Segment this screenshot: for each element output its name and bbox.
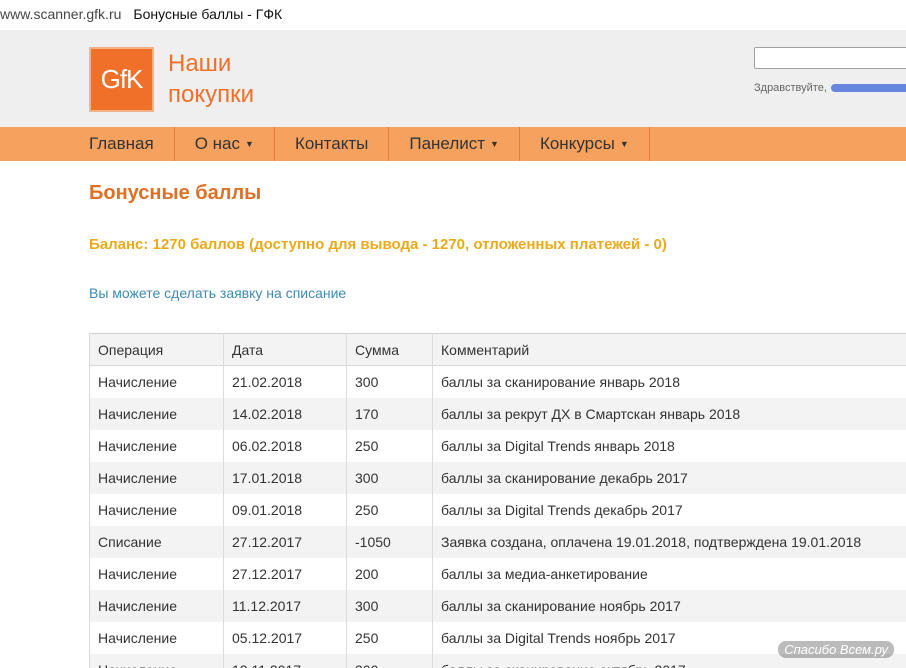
header-comment: Комментарий xyxy=(432,333,906,366)
nav-item-label: О нас xyxy=(194,134,241,153)
table-row: Начисление 09.01.2018 250 баллы за Digital … xyxy=(89,493,906,526)
cell-sum: 250 xyxy=(346,621,433,654)
nav-item-label: Главная xyxy=(89,134,154,153)
header-operation: Операция xyxy=(89,333,224,366)
table-header-row: Операция Дата Сумма Комментарий xyxy=(89,333,906,366)
main-nav: Главная О нас ▼ Контакты Панелист ▼ Конкурсы ▼ xyxy=(0,127,906,161)
cell-date: 05.12.2017 xyxy=(223,621,347,654)
cell-operation: Начисление xyxy=(89,461,224,494)
cell-sum: 300 xyxy=(346,461,433,494)
cell-date: 17.01.2018 xyxy=(223,461,347,494)
cell-date: 13.11.2017 xyxy=(223,653,347,668)
cell-operation: Начисление xyxy=(89,429,224,462)
cell-date: 27.12.2017 xyxy=(223,557,347,590)
cell-comment: баллы за сканирование январь 2018 xyxy=(432,365,906,398)
table-row: Начисление 14.02.2018 170 баллы за рекрут Д… xyxy=(89,397,906,430)
cell-sum: 300 xyxy=(346,589,433,622)
tab-title: Бонусные баллы - ГФК xyxy=(133,6,283,22)
site-header: GfK Наши покупки Здравствуйте, xyxy=(0,30,906,127)
cell-comment: Заявка создана, оплачена 19.01.2018, под… xyxy=(432,525,906,558)
cell-sum: 300 xyxy=(346,653,433,668)
site-name-line2: покупки xyxy=(168,81,255,108)
cell-sum: 200 xyxy=(346,557,433,590)
cell-comment: баллы за сканирование декабрь 2017 xyxy=(432,461,906,494)
cell-date: 27.12.2017 xyxy=(223,525,347,558)
cell-sum: 170 xyxy=(346,397,433,430)
cell-sum: 250 xyxy=(346,493,433,526)
cell-sum: -1050 xyxy=(346,525,433,558)
nav-item-label: Контакты xyxy=(294,134,369,153)
cell-date: 09.01.2018 xyxy=(223,493,347,526)
cell-comment: баллы за Digital Trends январь 2018 xyxy=(432,429,906,462)
nav-item-4[interactable]: Конкурсы ▼ xyxy=(520,127,650,161)
site-name[interactable]: Наши покупки xyxy=(168,48,254,110)
nav-item-label: Панелист xyxy=(409,134,486,153)
balance-text: Баланс: 1270 баллов (доступно для вывода… xyxy=(89,236,667,253)
watermark: Спасибо Всем.ру xyxy=(778,641,894,658)
cell-comment: баллы за сканирование ноябрь 2017 xyxy=(432,589,906,622)
cell-comment: баллы за рекрут ДХ в Смартскан январь 20… xyxy=(432,397,906,430)
nav-item-3[interactable]: Панелист ▼ xyxy=(389,127,520,161)
table-row: Начисление 17.01.2018 300 баллы за сканиров… xyxy=(89,461,906,494)
cell-operation: Начисление xyxy=(89,365,224,398)
cell-operation: Списание xyxy=(89,525,224,558)
caret-down-icon: ▼ xyxy=(619,139,629,149)
page-url: www.scanner.gfk.ru xyxy=(0,6,122,22)
cell-operation: Начисление xyxy=(89,557,224,590)
nav-item-2[interactable]: Контакты xyxy=(275,127,390,161)
gfk-logo[interactable]: GfK xyxy=(89,47,154,112)
nav-item-label: Конкурсы xyxy=(539,134,615,153)
cell-date: 06.02.2018 xyxy=(223,429,347,462)
caret-down-icon: ▼ xyxy=(490,139,499,149)
header-date: Дата xyxy=(223,333,347,366)
browser-title-bar: www.scanner.gfk.ru Бонусные баллы - ГФК xyxy=(0,0,906,28)
page-title: Бонусные баллы xyxy=(89,182,262,204)
greeting-text: Здравствуйте, xyxy=(754,82,827,94)
cell-date: 14.02.2018 xyxy=(223,397,347,430)
cell-operation: Начисление xyxy=(89,493,224,526)
nav-item-1[interactable]: О нас ▼ xyxy=(175,127,275,161)
header-sum: Сумма xyxy=(346,333,433,366)
search-input[interactable] xyxy=(754,47,906,69)
cell-date: 21.02.2018 xyxy=(223,365,347,398)
transactions-table-wrap: Операция Дата Сумма Комментарий Начислен… xyxy=(89,333,906,668)
redacted-username xyxy=(830,84,906,93)
logo-text: GfK xyxy=(100,64,144,94)
cell-date: 11.12.2017 xyxy=(223,589,347,622)
table-row: Начисление 06.02.2018 250 баллы за Digital … xyxy=(89,429,906,462)
transactions-table: Операция Дата Сумма Комментарий Начислен… xyxy=(89,333,906,668)
nav-item-0[interactable]: Главная xyxy=(89,127,175,161)
cell-comment: баллы за Digital Trends декабрь 2017 xyxy=(432,493,906,526)
table-row: Начисление 11.12.2017 300 баллы за сканиров… xyxy=(89,589,906,622)
table-body: Начисление 21.02.2018 300 баллы за сканиров… xyxy=(89,365,906,668)
cell-sum: 250 xyxy=(346,429,433,462)
cell-operation: Начисление xyxy=(89,621,224,654)
table-row: Начисление 21.02.2018 300 баллы за сканиров… xyxy=(89,365,906,398)
withdraw-request-link[interactable]: Вы можете сделать заявку на списание xyxy=(89,285,346,301)
nav-items: Главная О нас ▼ Контакты Панелист ▼ Конкурсы ▼ xyxy=(89,127,650,161)
caret-down-icon: ▼ xyxy=(245,139,254,149)
table-row: Списание 27.12.2017 -1050 Заявка создана, о… xyxy=(89,525,906,558)
cell-operation: Начисление xyxy=(89,653,224,668)
cell-operation: Начисление xyxy=(89,397,224,430)
cell-operation: Начисление xyxy=(89,589,224,622)
site-name-line1: Наши xyxy=(168,50,232,77)
cell-sum: 300 xyxy=(346,365,433,398)
table-row: Начисление 27.12.2017 200 баллы за медиа-ан… xyxy=(89,557,906,590)
user-greeting: Здравствуйте, xyxy=(754,82,906,94)
cell-comment: баллы за медиа-анкетирование xyxy=(432,557,906,590)
